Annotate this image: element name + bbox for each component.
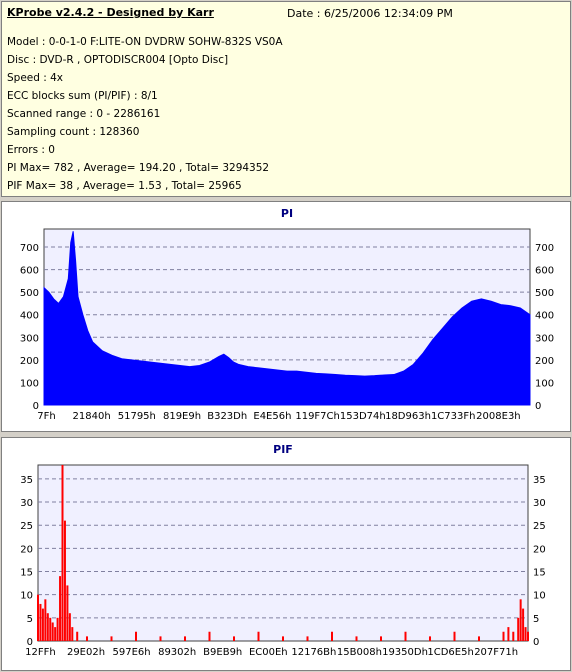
scan-date: Date : 6/25/2006 12:34:09 PM bbox=[287, 7, 453, 20]
x-tick-label: 21840h bbox=[73, 411, 111, 422]
x-tick-label: B323Dh bbox=[207, 411, 247, 422]
y-tick-label-left: 100 bbox=[20, 378, 39, 389]
info-pif-summary: PIF Max= 38 , Average= 1.53 , Total= 259… bbox=[7, 180, 242, 192]
x-tick-label: 2008E3h bbox=[476, 411, 520, 422]
y-tick-label-right: 20 bbox=[533, 544, 546, 555]
y-tick-label-left: 30 bbox=[20, 498, 33, 509]
pi-chart-panel: PI 0 0 100 100 200 200 300 300 400 400 500 500 600 600… bbox=[1, 201, 571, 432]
info-speed: Speed : 4x bbox=[7, 72, 64, 84]
pif-chart: PIF0 05 510 1015 1520 2025 2530 3035 3512FFh 29E0… bbox=[20, 443, 546, 658]
x-tick-label: 51795h bbox=[118, 411, 156, 422]
x-tick-label: 19350Dh bbox=[382, 647, 428, 658]
y-tick-label-right: 400 bbox=[535, 311, 554, 322]
info-panel: KProbe v2.4.2 - Designed by Karr Date : … bbox=[1, 1, 571, 197]
y-tick-label-left: 500 bbox=[20, 288, 39, 299]
y-tick-label-right: 200 bbox=[535, 356, 554, 367]
y-tick-label-left: 600 bbox=[20, 266, 39, 277]
y-tick-label-right: 30 bbox=[533, 498, 546, 509]
y-tick-label-right: 100 bbox=[535, 378, 554, 389]
y-tick-label-right: 300 bbox=[535, 333, 554, 344]
info-model: Model : 0-0-1-0 F:LITE-ON DVDRW SOHW-832… bbox=[7, 36, 283, 48]
info-pi-summary: PI Max= 782 , Average= 194.20 , Total= 3… bbox=[7, 162, 270, 174]
y-tick-label-right: 0 bbox=[535, 401, 541, 412]
x-tick-label: EC00Eh bbox=[249, 647, 288, 658]
y-tick-label-left: 15 bbox=[20, 568, 33, 579]
x-tick-label: 29E02h bbox=[67, 647, 105, 658]
info-sampling-count: Sampling count : 128360 bbox=[7, 126, 140, 138]
x-tick-label: 153D74h bbox=[340, 411, 386, 422]
y-tick-label-left: 200 bbox=[20, 356, 39, 367]
info-errors: Errors : 0 bbox=[7, 144, 55, 156]
y-tick-label-right: 10 bbox=[533, 591, 546, 602]
x-tick-label: 819E9h bbox=[163, 411, 201, 422]
y-tick-label-left: 10 bbox=[20, 591, 33, 602]
info-disc: Disc : DVD-R , OPTODISCR004 [Opto Disc] bbox=[7, 54, 229, 66]
pif-chart-panel: PIF 0 0 5 5 10 10 15 15 20 20 25 25 30 30 35 35 12FFh 29E0… bbox=[1, 437, 571, 671]
info-scanned-range: Scanned range : 0 - 2286161 bbox=[7, 108, 161, 120]
chart-title: PIF bbox=[273, 443, 293, 456]
x-tick-label: B9EB9h bbox=[203, 647, 242, 658]
y-tick-label-right: 15 bbox=[533, 568, 546, 579]
y-tick-label-right: 0 bbox=[533, 637, 539, 648]
x-tick-label: 89302h bbox=[158, 647, 196, 658]
y-tick-label-left: 300 bbox=[20, 333, 39, 344]
y-tick-label-left: 20 bbox=[20, 544, 33, 555]
y-tick-label-right: 35 bbox=[533, 475, 546, 486]
y-tick-label-left: 400 bbox=[20, 311, 39, 322]
x-tick-label: 207F71h bbox=[474, 647, 518, 658]
x-tick-label: 12176Bh bbox=[291, 647, 336, 658]
x-tick-label: 1CD6E5h bbox=[427, 647, 473, 658]
x-tick-label: 18D963h bbox=[385, 411, 431, 422]
y-tick-label-right: 700 bbox=[535, 243, 554, 254]
x-tick-label: 15B008h bbox=[337, 647, 382, 658]
info-lines: Model : 0-0-1-0 F:LITE-ON DVDRW SOHW-832… bbox=[7, 33, 283, 195]
x-tick-label: 119F7Ch bbox=[295, 411, 340, 422]
x-tick-label: E4E56h bbox=[253, 411, 291, 422]
y-tick-label-left: 35 bbox=[20, 475, 33, 486]
y-tick-label-left: 700 bbox=[20, 243, 39, 254]
x-tick-label: 7Fh bbox=[37, 411, 55, 422]
x-tick-label: 597E6h bbox=[113, 647, 151, 658]
x-tick-label: 1C733Fh bbox=[431, 411, 476, 422]
y-tick-label-right: 5 bbox=[533, 614, 539, 625]
y-tick-label-left: 25 bbox=[20, 521, 33, 532]
pi-chart: PI0 0100 100200 200300 300400 400500 500600 600… bbox=[20, 207, 554, 422]
y-tick-label-right: 600 bbox=[535, 266, 554, 277]
chart-title: PI bbox=[281, 207, 293, 220]
x-tick-label: 12FFh bbox=[25, 647, 56, 658]
y-tick-label-left: 5 bbox=[27, 614, 33, 625]
y-tick-label-right: 500 bbox=[535, 288, 554, 299]
info-ecc-blocks: ECC blocks sum (PI/PIF) : 8/1 bbox=[7, 90, 158, 102]
app-title: KProbe v2.4.2 - Designed by Karr bbox=[7, 6, 214, 19]
plot-area bbox=[37, 464, 529, 642]
y-tick-label-right: 25 bbox=[533, 521, 546, 532]
